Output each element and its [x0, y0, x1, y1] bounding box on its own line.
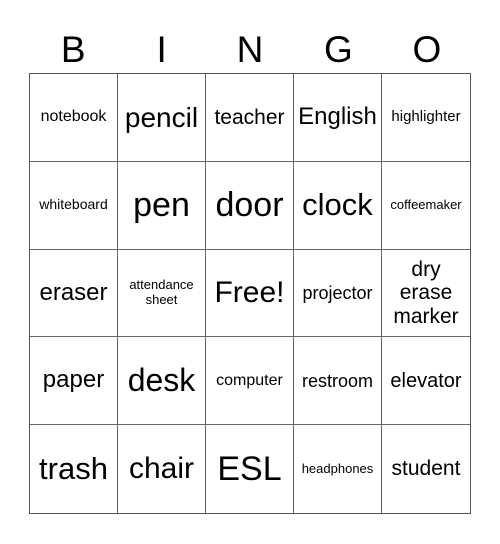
bingo-cell-text: English [298, 102, 377, 130]
bingo-cell-text: eraser [39, 278, 108, 306]
bingo-cell[interactable]: notebook [30, 74, 118, 162]
bingo-cell[interactable]: headphones [294, 425, 382, 513]
bingo-cell[interactable]: door [206, 161, 294, 250]
bingo-cell-text: teacher [214, 105, 285, 129]
bingo-cell[interactable]: highlighter [382, 74, 470, 162]
bingo-cell[interactable]: coffeemaker [382, 162, 470, 250]
bingo-cell[interactable]: attendance sheet [118, 249, 206, 338]
bingo-cell-text: restroom [301, 370, 373, 391]
bingo-cell-text: ESL [217, 450, 282, 489]
bingo-cell[interactable]: student [382, 425, 470, 513]
bingo-cell[interactable]: desk [118, 337, 206, 426]
bingo-cell-text: projector [302, 282, 373, 303]
bingo-header: B I N G O [29, 28, 471, 72]
bingo-cell-text: highlighter [391, 108, 461, 125]
bingo-cell[interactable]: dry erase marker [382, 250, 470, 338]
bingo-cell[interactable]: whiteboard [30, 161, 118, 250]
header-letter-n: N [236, 29, 264, 70]
bingo-cell[interactable]: computer [206, 337, 294, 426]
bingo-cell[interactable]: chair [118, 425, 206, 513]
bingo-cell[interactable]: teacher [206, 74, 294, 162]
bingo-cell[interactable]: restroom [294, 337, 382, 426]
bingo-grid: notebook pencil teacher English highlighter w… [29, 73, 471, 514]
bingo-cell-text: attendance sheet [129, 277, 194, 307]
bingo-cell-text: trash [39, 450, 108, 486]
header-letter-i: I [156, 29, 167, 70]
bingo-cell[interactable]: pencil [118, 74, 206, 162]
header-letter-g: G [324, 29, 353, 70]
bingo-cell[interactable]: trash [30, 425, 118, 513]
bingo-cell-text: dry erase marker [393, 257, 459, 328]
bingo-cell[interactable]: projector [294, 249, 382, 338]
bingo-cell[interactable]: English [294, 74, 382, 162]
bingo-cell[interactable]: pen [118, 161, 206, 250]
bingo-cell-text: Free! [214, 276, 285, 310]
bingo-cell-free[interactable]: Free! [206, 249, 294, 338]
bingo-cell-text: desk [127, 361, 196, 398]
bingo-cell[interactable]: eraser [30, 249, 118, 338]
bingo-cell[interactable]: ESL [206, 425, 294, 513]
bingo-cell-text: chair [128, 452, 195, 486]
bingo-cell-text: student [391, 457, 461, 481]
bingo-cell[interactable]: clock [294, 161, 382, 250]
bingo-cell-text: clock [302, 186, 373, 222]
bingo-cell-text: whiteboard [39, 196, 108, 213]
bingo-cell-text: computer [216, 371, 283, 389]
bingo-cell-text: pencil [124, 101, 199, 133]
bingo-cell[interactable]: elevator [382, 337, 470, 426]
bingo-cell-text: paper [42, 366, 105, 394]
bingo-cell-text: pen [133, 186, 190, 225]
bingo-cell-text: coffeemaker [390, 196, 462, 212]
bingo-cell[interactable]: paper [30, 337, 118, 426]
header-letter-b: B [60, 29, 86, 70]
header-letter-o: O [412, 29, 442, 70]
bingo-cell-text: elevator [390, 369, 462, 392]
bingo-cell-text: notebook [40, 108, 107, 126]
bingo-cell-text: door [215, 186, 284, 225]
bingo-cell-text: headphones [301, 460, 374, 476]
